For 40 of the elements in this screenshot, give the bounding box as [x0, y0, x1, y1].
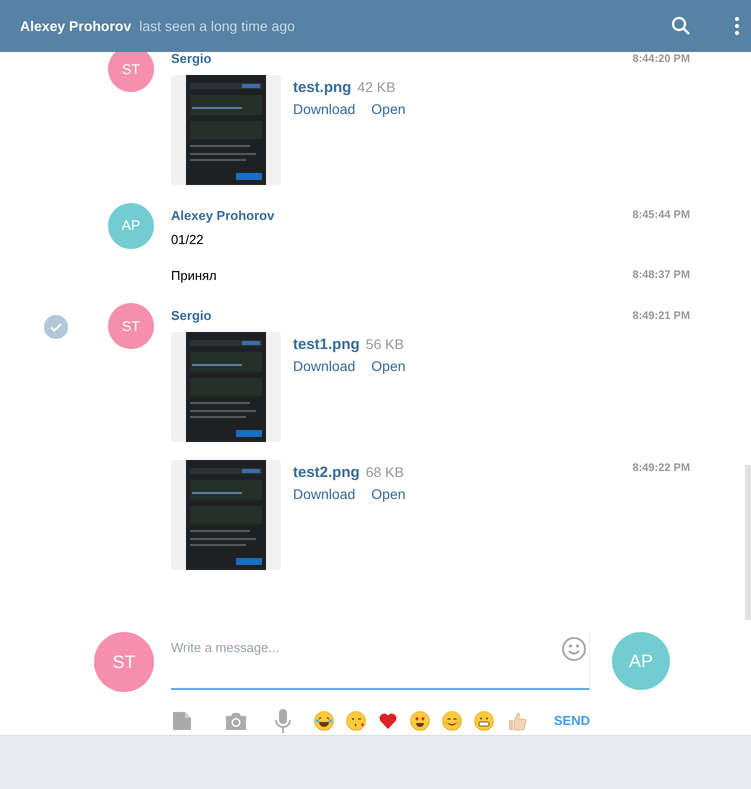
file-link[interactable]: Open — [371, 356, 406, 377]
last-seen-status: last seen a long time ago — [139, 16, 295, 36]
chat-title[interactable]: Alexey Prohorov — [20, 16, 132, 36]
message-time: 8:45:44 PM — [632, 208, 690, 223]
send-button[interactable]: SEND — [554, 711, 590, 731]
sender-name[interactable]: Sergio — [171, 306, 212, 326]
image-thumbnail[interactable] — [171, 74, 281, 184]
smiling-face-icon[interactable] — [442, 711, 462, 731]
file-link[interactable]: Download — [293, 99, 356, 120]
message-text: 01/22 — [171, 231, 205, 249]
message-time: 8:49:22 PM — [632, 460, 690, 476]
thumbs-up-icon[interactable] — [506, 710, 528, 732]
message-text: Принял — [171, 267, 217, 285]
sender-name[interactable]: Alexey Prohorov — [171, 206, 274, 225]
file-link[interactable]: Open — [371, 484, 406, 505]
file-size: 56 KB — [366, 334, 404, 354]
image-thumbnail[interactable] — [171, 332, 281, 442]
message-time: 8:49:21 PM — [632, 308, 690, 324]
search-icon[interactable] — [671, 16, 691, 36]
file-name: test.png — [293, 78, 352, 98]
image-thumbnail[interactable] — [171, 460, 281, 570]
heart-eyes-face-icon[interactable] — [410, 711, 430, 731]
file-link[interactable]: Open — [371, 99, 406, 120]
laughing-face-icon[interactable] — [314, 711, 334, 731]
file-link[interactable]: Download — [293, 484, 356, 505]
file-size: 68 KB — [366, 462, 404, 482]
file-link[interactable]: Download — [293, 356, 356, 377]
file-name: test2.png — [293, 462, 360, 482]
more-menu-icon[interactable] — [735, 17, 739, 35]
message-time: 8:44:20 PM — [632, 52, 690, 66]
grinning-face-icon[interactable] — [474, 711, 494, 731]
file-size: 42 KB — [357, 78, 396, 96]
heart-icon[interactable] — [378, 711, 398, 731]
message-time: 8:48:37 PM — [632, 268, 690, 283]
sender-name[interactable]: Sergio — [171, 52, 212, 68]
scrollbar-thumb[interactable] — [745, 465, 751, 620]
kissing-face-icon[interactable] — [346, 711, 366, 731]
message-input[interactable]: Write a message... — [171, 632, 561, 658]
selected-check-icon[interactable] — [44, 315, 68, 339]
file-name: test1.png — [293, 334, 360, 354]
